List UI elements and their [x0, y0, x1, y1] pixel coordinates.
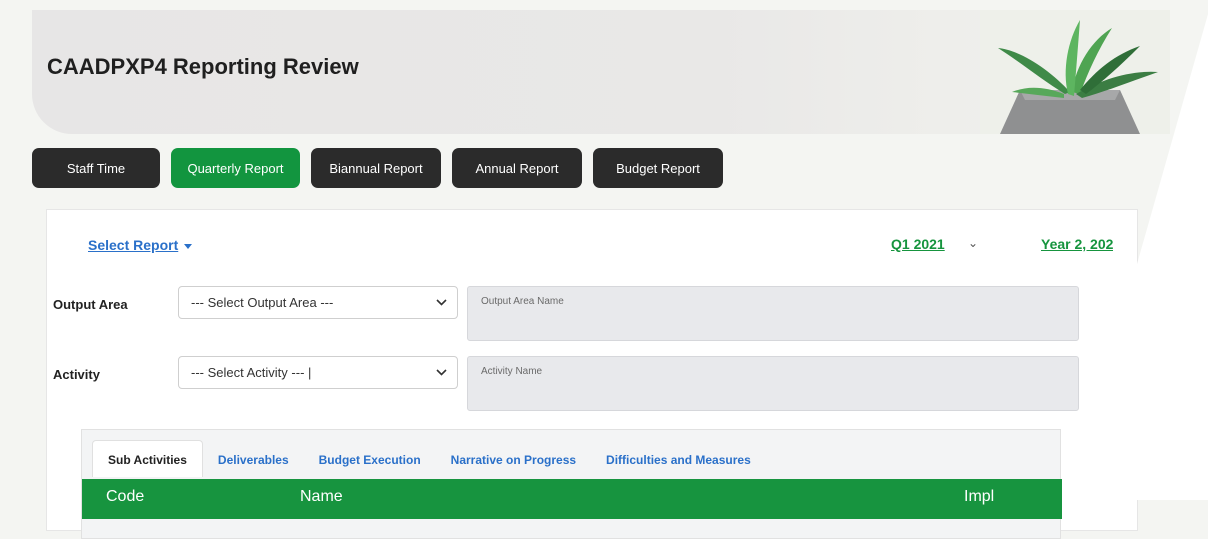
tab-narrative-on-progress[interactable]: Narrative on Progress: [436, 441, 591, 477]
year-selector[interactable]: Year 2, 2021: [1041, 236, 1113, 252]
report-tabs: Staff Time Quarterly Report Biannual Rep…: [32, 148, 723, 188]
table-header: Code Name Impl: [82, 479, 1062, 519]
tab-quarterly-report[interactable]: Quarterly Report: [171, 148, 300, 188]
activity-label: Activity: [53, 367, 100, 382]
column-header-name: Name: [300, 488, 343, 505]
page-title: CAADPXP4 Reporting Review: [47, 54, 359, 79]
chevron-down-icon: [436, 299, 447, 306]
plant-icon: [980, 10, 1170, 134]
quarter-selector[interactable]: Q1 2021: [891, 236, 945, 252]
sub-tabs: Sub Activities Deliverables Budget Execu…: [92, 440, 766, 477]
chevron-down-icon: [436, 369, 447, 376]
report-card: Select Report Q1 2021 ⌄ Year 2, 2021 Out…: [46, 209, 1138, 539]
output-area-select-value: --- Select Output Area ---: [191, 295, 334, 310]
activity-name-field[interactable]: Activity Name: [467, 356, 1079, 411]
tab-biannual-report[interactable]: Biannual Report: [311, 148, 441, 188]
select-report-label: Select Report: [88, 237, 179, 253]
sub-activities-panel: Sub Activities Deliverables Budget Execu…: [81, 429, 1062, 539]
activity-select[interactable]: --- Select Activity --- |: [178, 356, 458, 389]
tab-budget-report[interactable]: Budget Report: [593, 148, 723, 188]
column-header-code: Code: [106, 488, 145, 505]
activity-select-value: --- Select Activity --- |: [191, 365, 312, 380]
select-report-dropdown[interactable]: Select Report: [88, 237, 193, 253]
column-header-impl: Impl: [964, 488, 995, 505]
tab-deliverables[interactable]: Deliverables: [203, 441, 304, 477]
output-area-label: Output Area: [53, 297, 128, 312]
chevron-down-icon[interactable]: ⌄: [968, 236, 978, 250]
page-header: CAADPXP4 Reporting Review: [32, 10, 1170, 134]
tab-budget-execution[interactable]: Budget Execution: [304, 441, 436, 477]
output-area-name-field[interactable]: Output Area Name: [467, 286, 1079, 341]
tab-difficulties-and-measures[interactable]: Difficulties and Measures: [591, 441, 766, 477]
output-area-select[interactable]: --- Select Output Area ---: [178, 286, 458, 319]
tab-annual-report[interactable]: Annual Report: [452, 148, 582, 188]
tab-sub-activities[interactable]: Sub Activities: [92, 440, 203, 477]
caret-down-icon: [184, 243, 193, 249]
tab-staff-time[interactable]: Staff Time: [32, 148, 160, 188]
